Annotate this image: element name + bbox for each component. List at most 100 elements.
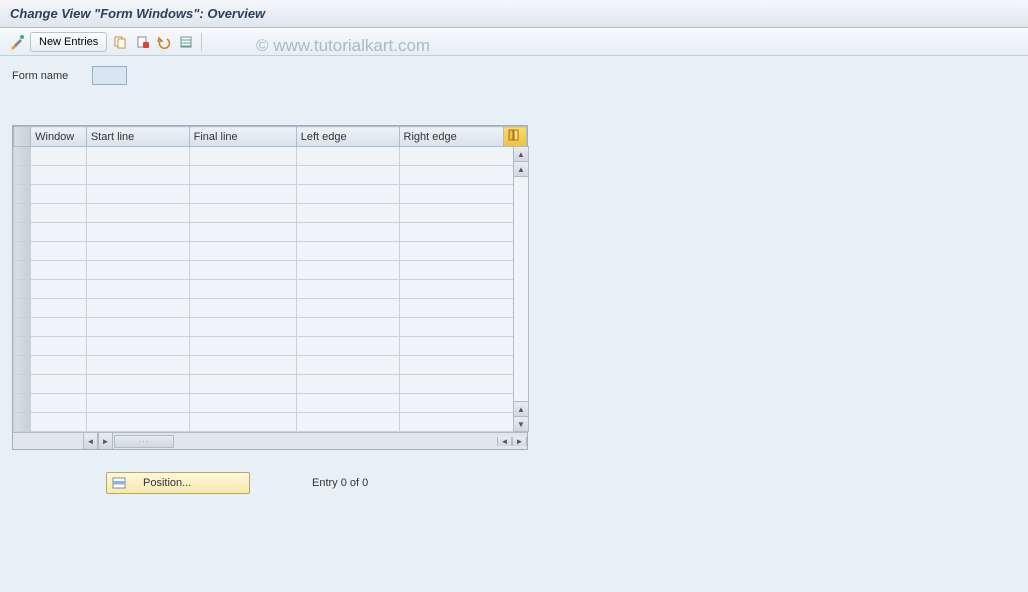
- cell-start-line[interactable]: [86, 318, 189, 337]
- cell-left-edge[interactable]: [296, 337, 399, 356]
- row-selector[interactable]: [14, 223, 31, 242]
- table-row[interactable]: [14, 318, 527, 337]
- cell-start-line[interactable]: [86, 204, 189, 223]
- cell-left-edge[interactable]: [296, 394, 399, 413]
- delete-icon[interactable]: [133, 33, 151, 51]
- row-selector[interactable]: [14, 204, 31, 223]
- table-row[interactable]: [14, 394, 527, 413]
- cell-right-edge[interactable]: [399, 166, 526, 185]
- cell-final-line[interactable]: [189, 280, 296, 299]
- cell-left-edge[interactable]: [296, 166, 399, 185]
- hscroll-left-icon[interactable]: ◄: [83, 433, 98, 449]
- cell-window[interactable]: [31, 223, 87, 242]
- table-row[interactable]: [14, 242, 527, 261]
- cell-left-edge[interactable]: [296, 147, 399, 166]
- cell-final-line[interactable]: [189, 261, 296, 280]
- hscroll-right-icon[interactable]: ►: [98, 433, 113, 449]
- table-row[interactable]: [14, 413, 527, 432]
- column-header-left-edge[interactable]: Left edge: [296, 127, 399, 147]
- row-selector[interactable]: [14, 318, 31, 337]
- table-config-icon[interactable]: [504, 127, 527, 147]
- cell-window[interactable]: [31, 242, 87, 261]
- cell-final-line[interactable]: [189, 147, 296, 166]
- cell-window[interactable]: [31, 299, 87, 318]
- cell-left-edge[interactable]: [296, 261, 399, 280]
- wrench-pencil-icon[interactable]: [8, 33, 26, 51]
- cell-right-edge[interactable]: [399, 147, 526, 166]
- table-row[interactable]: [14, 261, 527, 280]
- cell-final-line[interactable]: [189, 166, 296, 185]
- cell-start-line[interactable]: [86, 261, 189, 280]
- cell-left-edge[interactable]: [296, 223, 399, 242]
- table-row[interactable]: [14, 166, 527, 185]
- row-selector[interactable]: [14, 394, 31, 413]
- cell-right-edge[interactable]: [399, 337, 526, 356]
- cell-final-line[interactable]: [189, 337, 296, 356]
- cell-left-edge[interactable]: [296, 375, 399, 394]
- cell-right-edge[interactable]: [399, 185, 526, 204]
- table-row[interactable]: [14, 337, 527, 356]
- column-header-window[interactable]: Window: [31, 127, 87, 147]
- row-selector[interactable]: [14, 242, 31, 261]
- column-header-final-line[interactable]: Final line: [189, 127, 296, 147]
- cell-left-edge[interactable]: [296, 280, 399, 299]
- cell-final-line[interactable]: [189, 413, 296, 432]
- column-header-right-edge[interactable]: Right edge: [399, 127, 504, 147]
- undo-icon[interactable]: [155, 33, 173, 51]
- cell-right-edge[interactable]: [399, 375, 526, 394]
- vscroll-down-icon[interactable]: ▲: [514, 401, 528, 416]
- hscroll-thumb[interactable]: ···: [114, 435, 174, 448]
- cell-start-line[interactable]: [86, 147, 189, 166]
- cell-start-line[interactable]: [86, 394, 189, 413]
- column-header-start-line[interactable]: Start line: [86, 127, 189, 147]
- table-row[interactable]: [14, 280, 527, 299]
- select-all-icon[interactable]: [177, 33, 195, 51]
- cell-window[interactable]: [31, 413, 87, 432]
- row-selector[interactable]: [14, 337, 31, 356]
- cell-right-edge[interactable]: [399, 394, 526, 413]
- cell-right-edge[interactable]: [399, 356, 526, 375]
- hscroll-left2-icon[interactable]: ◄: [497, 437, 512, 446]
- cell-right-edge[interactable]: [399, 318, 526, 337]
- cell-right-edge[interactable]: [399, 204, 526, 223]
- row-selector[interactable]: [14, 147, 31, 166]
- table-row[interactable]: [14, 299, 527, 318]
- cell-window[interactable]: [31, 147, 87, 166]
- cell-final-line[interactable]: [189, 204, 296, 223]
- cell-right-edge[interactable]: [399, 261, 526, 280]
- cell-left-edge[interactable]: [296, 242, 399, 261]
- cell-window[interactable]: [31, 166, 87, 185]
- row-selector[interactable]: [14, 280, 31, 299]
- cell-left-edge[interactable]: [296, 318, 399, 337]
- cell-final-line[interactable]: [189, 394, 296, 413]
- cell-start-line[interactable]: [86, 223, 189, 242]
- cell-start-line[interactable]: [86, 242, 189, 261]
- table-row[interactable]: [14, 185, 527, 204]
- cell-final-line[interactable]: [189, 299, 296, 318]
- cell-left-edge[interactable]: [296, 356, 399, 375]
- cell-window[interactable]: [31, 280, 87, 299]
- cell-start-line[interactable]: [86, 356, 189, 375]
- row-selector[interactable]: [14, 299, 31, 318]
- cell-start-line[interactable]: [86, 337, 189, 356]
- cell-window[interactable]: [31, 394, 87, 413]
- position-button[interactable]: Position...: [106, 472, 250, 494]
- cell-window[interactable]: [31, 337, 87, 356]
- cell-window[interactable]: [31, 375, 87, 394]
- cell-start-line[interactable]: [86, 375, 189, 394]
- cell-right-edge[interactable]: [399, 242, 526, 261]
- row-selector[interactable]: [14, 166, 31, 185]
- table-row[interactable]: [14, 375, 527, 394]
- vscroll-down2-icon[interactable]: ▼: [514, 416, 528, 431]
- new-entries-button[interactable]: New Entries: [30, 32, 107, 52]
- cell-start-line[interactable]: [86, 166, 189, 185]
- row-selector[interactable]: [14, 356, 31, 375]
- cell-start-line[interactable]: [86, 185, 189, 204]
- cell-final-line[interactable]: [189, 185, 296, 204]
- table-row[interactable]: [14, 204, 527, 223]
- select-all-header[interactable]: [14, 127, 31, 147]
- row-selector[interactable]: [14, 413, 31, 432]
- vscroll-up2-icon[interactable]: ▲: [514, 162, 528, 177]
- cell-window[interactable]: [31, 318, 87, 337]
- cell-window[interactable]: [31, 261, 87, 280]
